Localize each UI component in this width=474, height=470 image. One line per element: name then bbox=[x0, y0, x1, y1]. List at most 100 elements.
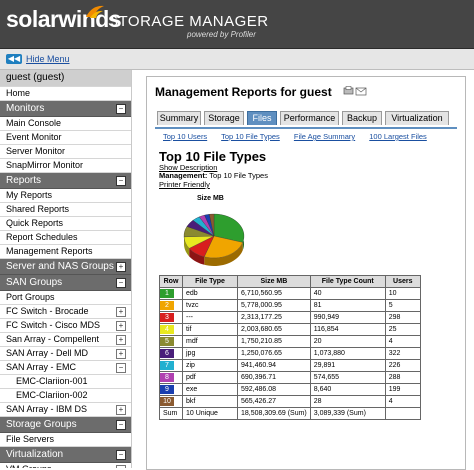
collapse-icon[interactable]: − bbox=[116, 420, 126, 430]
sidebar-item-san-array-compellent[interactable]: San Array - Compellent + bbox=[0, 333, 131, 347]
sidebar-item-label: Main Console bbox=[6, 118, 62, 128]
sidebar-item-label: VM Groups bbox=[6, 464, 52, 468]
expand-icon[interactable]: + bbox=[116, 335, 126, 345]
row-color-swatch: 3 bbox=[160, 313, 174, 322]
cell-file-type: bkf bbox=[182, 395, 238, 408]
cell-count: 81 bbox=[309, 299, 386, 312]
cell-row: 5 bbox=[159, 335, 183, 348]
powered-by: powered by Profiler bbox=[187, 30, 256, 39]
sidebar-item-label: EMC-Clariion-002 bbox=[16, 390, 88, 400]
expand-icon[interactable]: + bbox=[116, 321, 126, 331]
cell-file-type: mdf bbox=[182, 335, 238, 348]
tab-files[interactable]: Files bbox=[247, 111, 277, 125]
hide-menu-link[interactable]: Hide Menu bbox=[26, 54, 70, 64]
cell-file-type: jpg bbox=[182, 347, 238, 360]
sidebar-item-label: Event Monitor bbox=[6, 132, 62, 142]
sidebar-group-monitors[interactable]: Monitors − bbox=[0, 101, 131, 117]
sidebar-item-label: FC Switch - Cisco MDS bbox=[6, 320, 101, 330]
sum-cell-count: 3,089,339 (Sum) bbox=[309, 407, 386, 420]
cell-row: 4 bbox=[159, 323, 183, 336]
cell-row: 7 bbox=[159, 359, 183, 372]
cell-size: 941,460.94 bbox=[237, 359, 311, 372]
cell-file-type: exe bbox=[182, 383, 238, 396]
sidebar-item-label: Monitors bbox=[6, 103, 45, 114]
sidebar-item-san-array-dell-md[interactable]: SAN Array - Dell MD + bbox=[0, 347, 131, 361]
sidebar-item-label: SAN Array - EMC bbox=[6, 362, 77, 372]
sidebar-group-storage-groups[interactable]: Storage Groups − bbox=[0, 417, 131, 433]
report-title: Top 10 File Types bbox=[159, 149, 267, 164]
collapse-icon[interactable]: − bbox=[116, 104, 126, 114]
cell-count: 40 bbox=[309, 287, 386, 300]
sidebar-group-server-and-nas-groups[interactable]: Server and NAS Groups + bbox=[0, 259, 131, 275]
cell-users: 288 bbox=[384, 371, 421, 384]
sidebar-item-management-reports[interactable]: Management Reports bbox=[0, 245, 131, 259]
sum-cell-type: 10 Unique bbox=[182, 407, 238, 420]
sidebar-item-label: San Array - Compellent bbox=[6, 334, 100, 344]
table-row: 4 tif 2,003,680.65 116,854 25 bbox=[159, 323, 421, 336]
sidebar-item-main-console[interactable]: Main Console bbox=[0, 117, 131, 131]
tab-storage[interactable]: Storage bbox=[204, 111, 244, 125]
cell-size: 5,778,000.95 bbox=[237, 299, 311, 312]
sidebar-item-event-monitor[interactable]: Event Monitor bbox=[0, 131, 131, 145]
cell-file-type: zip bbox=[182, 359, 238, 372]
expand-icon[interactable]: + bbox=[116, 349, 126, 359]
tab-summary[interactable]: Summary bbox=[157, 111, 201, 125]
sidebar-item-label: Home bbox=[6, 88, 31, 98]
sidebar-item-report-schedules[interactable]: Report Schedules bbox=[0, 231, 131, 245]
sidebar-item-port-groups[interactable]: Port Groups bbox=[0, 291, 131, 305]
col-file-type: File Type bbox=[182, 275, 238, 288]
sidebar-item-shared-reports[interactable]: Shared Reports bbox=[0, 203, 131, 217]
expand-icon[interactable]: + bbox=[116, 307, 126, 317]
sidebar-group-san-groups[interactable]: SAN Groups − bbox=[0, 275, 131, 291]
sum-cell-size: 18,508,309.69 (Sum) bbox=[237, 407, 311, 420]
printer-friendly-link[interactable]: Printer Friendly bbox=[159, 180, 210, 189]
table-row: 6 jpg 1,250,076.65 1,073,880 322 bbox=[159, 347, 421, 360]
col-row: Row bbox=[159, 275, 183, 288]
sidebar-group-virtualization[interactable]: Virtualization − bbox=[0, 447, 131, 463]
col-users: Users bbox=[384, 275, 421, 288]
sidebar-item-fc-switch-brocade[interactable]: FC Switch - Brocade + bbox=[0, 305, 131, 319]
collapse-icon[interactable]: − bbox=[116, 450, 126, 460]
sidebar-item-fc-switch-cisco-mds[interactable]: FC Switch - Cisco MDS + bbox=[0, 319, 131, 333]
cell-size: 2,313,177.25 bbox=[237, 311, 311, 324]
cell-users: 25 bbox=[384, 323, 421, 336]
expand-icon[interactable]: + bbox=[116, 405, 126, 415]
cell-users: 322 bbox=[384, 347, 421, 360]
subtab-file-age-summary[interactable]: File Age Summary bbox=[294, 132, 355, 141]
expand-icon[interactable]: + bbox=[116, 262, 126, 272]
file-type-pie-chart bbox=[183, 213, 245, 266]
sidebar-item-my-reports[interactable]: My Reports bbox=[0, 189, 131, 203]
sidebar-item-emc-clariion-001[interactable]: EMC-Clariion-001 bbox=[0, 375, 131, 389]
subtab-top-10-file-types[interactable]: Top 10 File Types bbox=[221, 132, 280, 141]
print-email-icons[interactable] bbox=[343, 86, 367, 96]
hide-menu-icon[interactable]: ◀◀ bbox=[6, 54, 22, 64]
collapse-icon[interactable]: − bbox=[116, 363, 126, 373]
report-tabs: Summary Storage Files Performance Backup… bbox=[155, 111, 457, 129]
sum-cell-users bbox=[384, 407, 421, 420]
sidebar-item-file-servers[interactable]: File Servers bbox=[0, 433, 131, 447]
sidebar-item-snapmirror-monitor[interactable]: SnapMirror Monitor bbox=[0, 159, 131, 173]
sidebar-item-label: EMC-Clariion-001 bbox=[16, 376, 88, 386]
row-color-swatch: 7 bbox=[160, 361, 174, 370]
tab-virtualization[interactable]: Virtualization bbox=[385, 111, 449, 125]
subtab-top-10-users[interactable]: Top 10 Users bbox=[163, 132, 207, 141]
tab-backup[interactable]: Backup bbox=[342, 111, 382, 125]
sidebar-item-vm-groups[interactable]: VM Groups− bbox=[0, 463, 131, 468]
pie-title: Size MB bbox=[197, 195, 224, 202]
sidebar-item-label: Management Reports bbox=[6, 246, 93, 256]
sidebar-item-emc-clariion-002[interactable]: EMC-Clariion-002 bbox=[0, 389, 131, 403]
sidebar-item-label: Shared Reports bbox=[6, 204, 70, 214]
tab-performance[interactable]: Performance bbox=[280, 111, 339, 125]
sidebar-item-home[interactable]: Home bbox=[0, 87, 131, 101]
sidebar-item-san-array-emc[interactable]: SAN Array - EMC − bbox=[0, 361, 131, 375]
subtab-100-largest-files[interactable]: 100 Largest Files bbox=[369, 132, 427, 141]
sidebar-group-reports[interactable]: Reports − bbox=[0, 173, 131, 189]
collapse-icon[interactable]: − bbox=[116, 278, 126, 288]
cell-size: 1,250,076.65 bbox=[237, 347, 311, 360]
sidebar-item-quick-reports[interactable]: Quick Reports bbox=[0, 217, 131, 231]
cell-row: 3 bbox=[159, 311, 183, 324]
sidebar-item-server-monitor[interactable]: Server Monitor bbox=[0, 145, 131, 159]
sidebar-item-san-array-ibm-ds[interactable]: SAN Array - IBM DS + bbox=[0, 403, 131, 417]
row-color-swatch: 2 bbox=[160, 301, 174, 310]
collapse-icon[interactable]: − bbox=[116, 176, 126, 186]
